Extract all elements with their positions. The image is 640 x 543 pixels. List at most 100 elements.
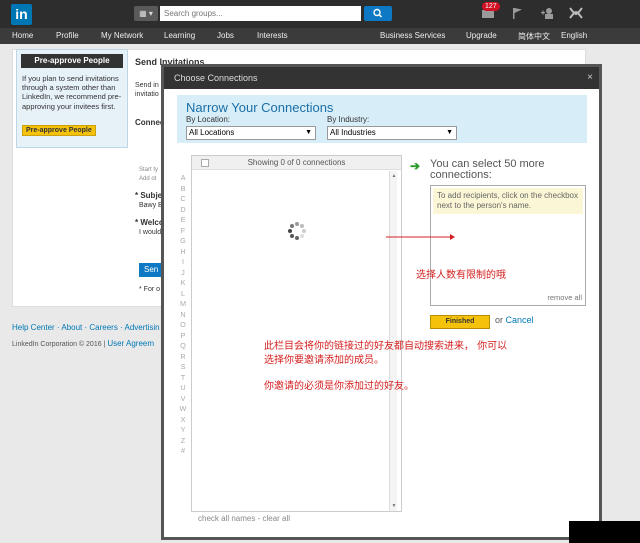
- alpha-letter[interactable]: O: [177, 320, 189, 331]
- alpha-letter[interactable]: V: [177, 394, 189, 405]
- industry-select[interactable]: All Industries ▼: [327, 126, 457, 140]
- nav-home[interactable]: Home: [12, 31, 33, 40]
- industry-value: All Industries: [330, 128, 376, 137]
- copyright: LinkedIn Corporation © 2016: [12, 341, 102, 348]
- bg-fragment: Bawy B: [139, 202, 163, 209]
- alpha-letter[interactable]: S: [177, 362, 189, 373]
- alpha-letter[interactable]: A: [177, 173, 189, 184]
- cancel-link[interactable]: Cancel: [506, 315, 534, 325]
- recipients-hint: To add recipients, click on the checkbox…: [433, 188, 583, 214]
- annotation-must-add: 你邀请的必须是你添加过的好友。: [264, 381, 414, 392]
- dialog-header: Choose Connections ×: [164, 67, 599, 89]
- dialog-title: Choose Connections: [174, 73, 258, 83]
- location-label: By Location:: [186, 115, 231, 124]
- linkedin-logo[interactable]: in: [11, 4, 32, 25]
- or-text: or: [495, 315, 504, 325]
- nav-my-network[interactable]: My Network: [101, 31, 143, 40]
- alpha-letter[interactable]: Y: [177, 425, 189, 436]
- alpha-letter[interactable]: M: [177, 299, 189, 310]
- annotation-auto-search-2: 选择你要邀请添加的成员。: [264, 355, 384, 366]
- connections-list[interactable]: Showing 0 of 0 connections: [191, 155, 402, 512]
- flag-icon[interactable]: [510, 6, 526, 20]
- add-connection-icon[interactable]: [540, 6, 556, 20]
- select-all-checkbox[interactable]: [201, 159, 209, 167]
- alpha-letter[interactable]: N: [177, 310, 189, 321]
- scroll-up-icon[interactable]: ▲: [390, 173, 398, 179]
- profile-icon[interactable]: [568, 6, 584, 20]
- narrow-connections-panel: Narrow Your Connections By Location: All…: [177, 95, 587, 143]
- choose-connections-dialog: Choose Connections × Narrow Your Connect…: [161, 64, 602, 540]
- alpha-letter[interactable]: Z: [177, 436, 189, 447]
- search-icon: [373, 8, 383, 18]
- preapprove-title: Pre-approve People: [21, 54, 123, 68]
- check-all-clear-all[interactable]: check all names - clear all: [198, 514, 290, 523]
- alpha-letter[interactable]: R: [177, 352, 189, 363]
- footer-link[interactable]: Advertisin: [125, 323, 160, 332]
- search-type-dropdown[interactable]: ▦ ▾: [134, 6, 158, 21]
- narrow-title: Narrow Your Connections: [186, 100, 334, 115]
- alpha-letter[interactable]: D: [177, 205, 189, 216]
- bg-fragment: * Welco: [135, 218, 164, 227]
- recipients-box: To add recipients, click on the checkbox…: [430, 185, 586, 306]
- footer-link[interactable]: Help Center: [12, 323, 55, 332]
- nav-learning[interactable]: Learning: [164, 31, 195, 40]
- search-button[interactable]: [364, 6, 392, 21]
- alpha-letter[interactable]: L: [177, 289, 189, 300]
- alpha-letter[interactable]: #: [177, 446, 189, 457]
- remove-all-link[interactable]: remove all: [547, 293, 582, 302]
- bg-fragment: Connec: [135, 118, 165, 127]
- alpha-letter[interactable]: Q: [177, 341, 189, 352]
- nav-language-zh[interactable]: 简体中文: [518, 31, 550, 42]
- alpha-letter[interactable]: B: [177, 184, 189, 195]
- annotation-limit: 选择人数有限制的哦: [416, 270, 506, 281]
- send-button[interactable]: Sen: [139, 263, 161, 277]
- alpha-letter[interactable]: P: [177, 331, 189, 342]
- chevron-down-icon: ▼: [305, 129, 312, 136]
- scroll-down-icon[interactable]: ▼: [390, 503, 398, 509]
- footer-copyright-line: LinkedIn Corporation © 2016 | User Agree…: [12, 339, 155, 348]
- nav-jobs[interactable]: Jobs: [217, 31, 234, 40]
- location-select[interactable]: All Locations ▼: [186, 126, 316, 140]
- bg-fragment: Send in: [135, 82, 159, 89]
- alpha-letter[interactable]: G: [177, 236, 189, 247]
- or-cancel: or Cancel: [495, 315, 534, 325]
- nav-upgrade[interactable]: Upgrade: [466, 31, 497, 40]
- bg-fragment: invitatio: [135, 91, 159, 98]
- redaction-block: [569, 521, 640, 543]
- alpha-letter[interactable]: H: [177, 247, 189, 258]
- alpha-letter[interactable]: E: [177, 215, 189, 226]
- preapprove-box: Pre-approve People If you plan to send i…: [16, 49, 128, 148]
- main-nav: Home Profile My Network Learning Jobs In…: [0, 28, 640, 44]
- showing-count: Showing 0 of 0 connections: [247, 158, 346, 167]
- user-agreement-link[interactable]: User Agreem: [107, 339, 154, 348]
- finished-button[interactable]: Finished: [430, 315, 490, 329]
- alpha-letter[interactable]: T: [177, 373, 189, 384]
- nav-language-en[interactable]: English: [561, 31, 587, 40]
- footer-link[interactable]: About: [61, 323, 82, 332]
- search-input[interactable]: [160, 6, 361, 21]
- loading-spinner-icon: [288, 222, 306, 240]
- can-select-text: You can select 50 more connections:: [430, 158, 545, 181]
- alpha-letter[interactable]: U: [177, 383, 189, 394]
- nav-business-services[interactable]: Business Services: [380, 31, 445, 40]
- alpha-letter[interactable]: W: [177, 404, 189, 415]
- alpha-letter[interactable]: K: [177, 278, 189, 289]
- location-value: All Locations: [189, 128, 235, 137]
- footer-link[interactable]: Careers: [89, 323, 117, 332]
- nav-profile[interactable]: Profile: [56, 31, 79, 40]
- alpha-letter[interactable]: I: [177, 257, 189, 268]
- annotation-arrow-icon: [386, 234, 455, 240]
- top-bar: in ▦ ▾ 127: [0, 0, 640, 28]
- alpha-letter[interactable]: J: [177, 268, 189, 279]
- preapprove-button[interactable]: Pre-approve People: [22, 125, 96, 136]
- bg-fragment: I would: [139, 229, 162, 236]
- bg-fragment: Add ot: [139, 176, 157, 182]
- bg-fragment: Start ty: [139, 167, 159, 173]
- close-icon[interactable]: ×: [587, 67, 593, 89]
- alpha-letter[interactable]: X: [177, 415, 189, 426]
- nav-interests[interactable]: Interests: [257, 31, 288, 40]
- alpha-letter[interactable]: F: [177, 226, 189, 237]
- industry-label: By Industry:: [327, 115, 370, 124]
- alpha-letter[interactable]: C: [177, 194, 189, 205]
- annotation-auto-search: 此栏目会将你的链接过的好友都自动搜索进来， 你可以: [264, 341, 508, 352]
